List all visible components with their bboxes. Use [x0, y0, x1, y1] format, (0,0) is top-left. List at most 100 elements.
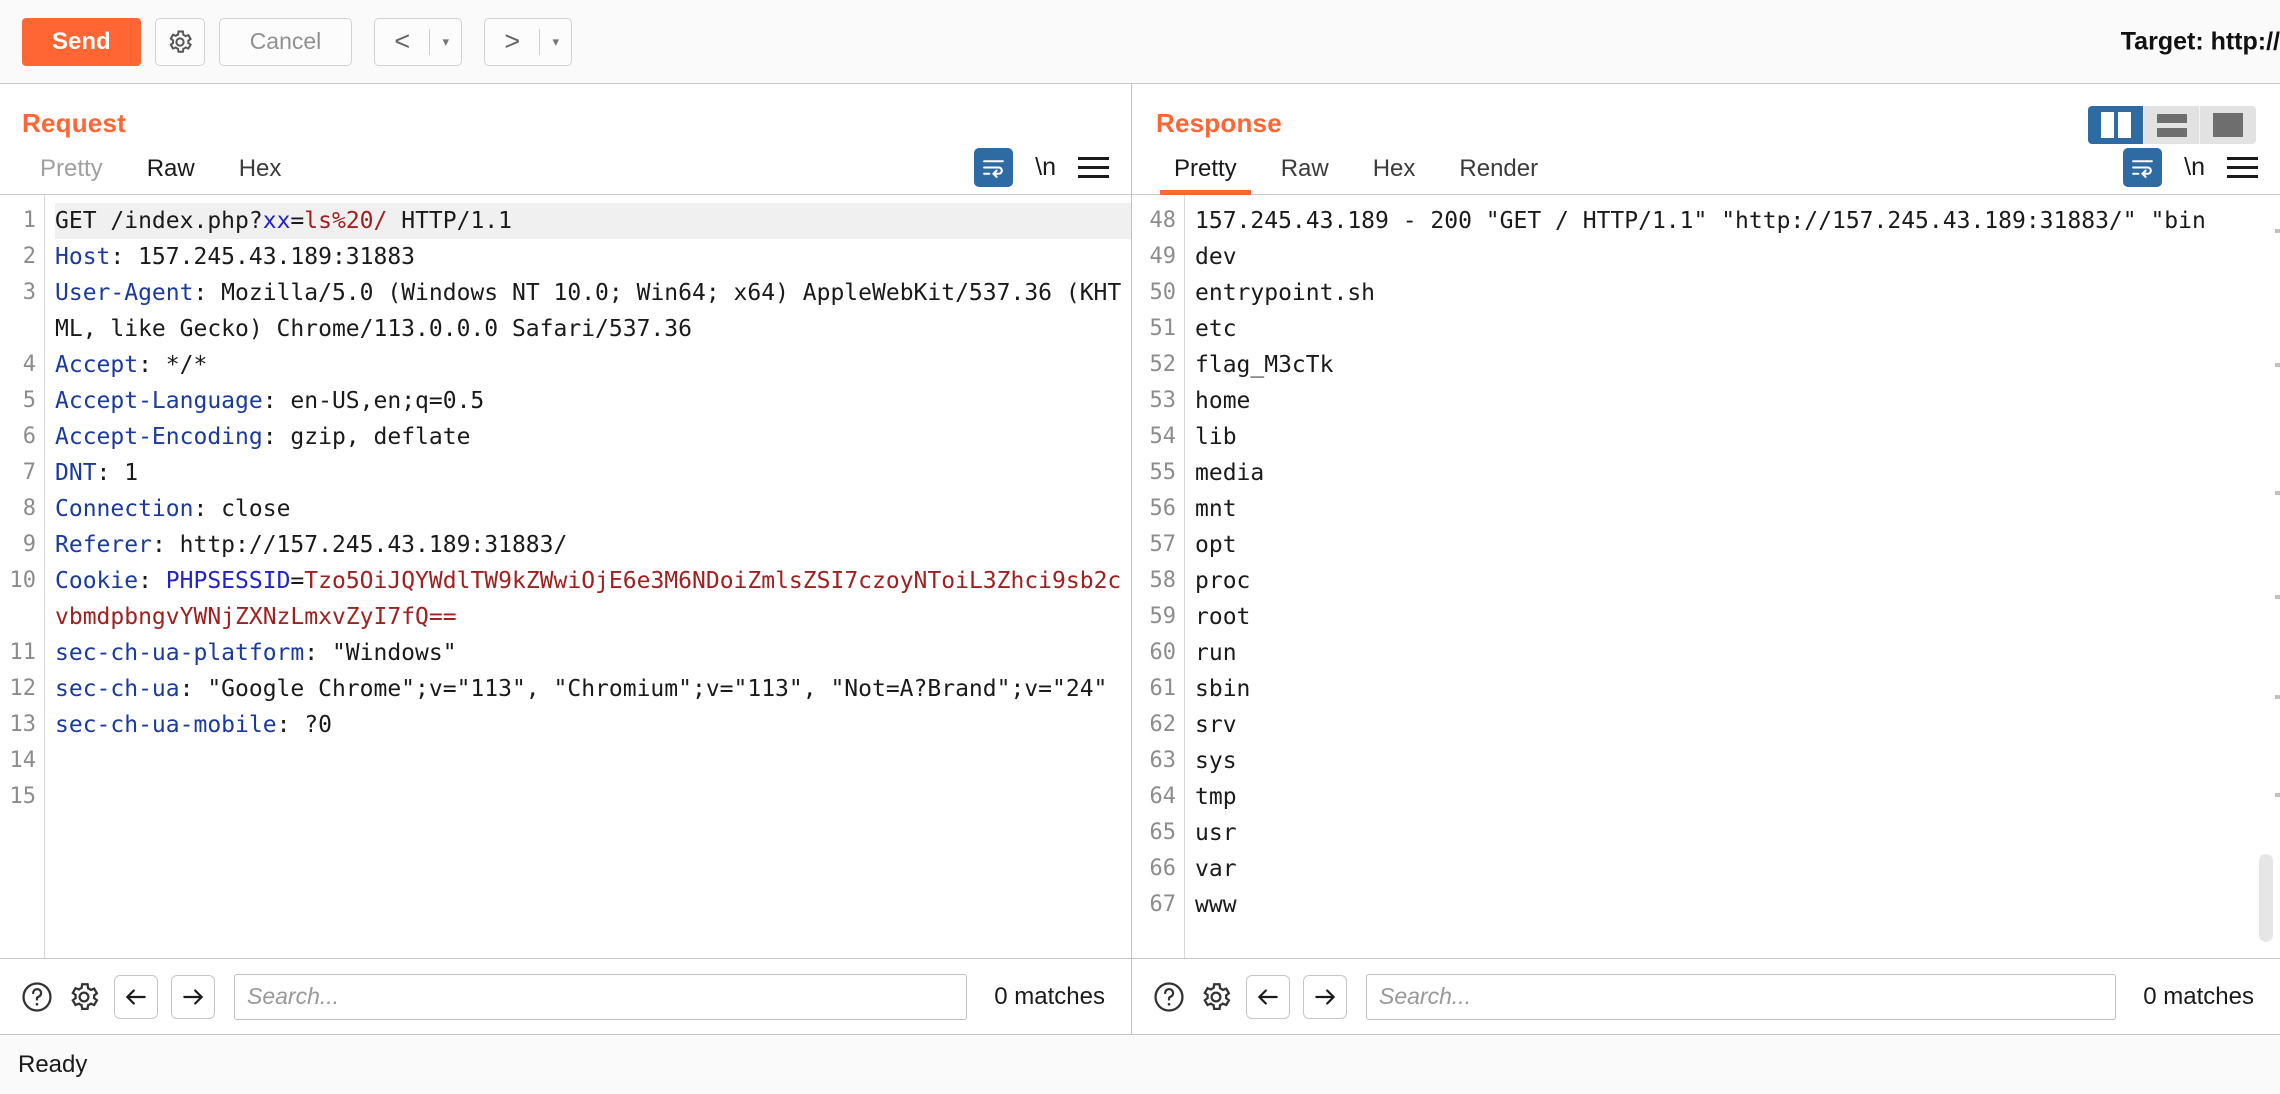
response-search-input[interactable] [1366, 973, 2117, 1020]
show-newlines-icon[interactable]: \n [2184, 153, 2205, 182]
code-token: DNT [55, 460, 97, 486]
response-editor[interactable]: 48 49 50 51 52 53 54 55 56 57 58 59 60 61 62 63 64 65 66 67… [1132, 195, 2280, 958]
side-by-side-icon [2100, 112, 2131, 138]
search-settings-gear-icon[interactable] [1199, 980, 1233, 1014]
response-line: var [1195, 856, 1237, 882]
send-button[interactable]: Send [22, 17, 141, 66]
tab-response-pretty[interactable]: Pretty [1152, 155, 1259, 195]
chevron-down-icon[interactable]: ▾ [430, 34, 461, 50]
search-next-button[interactable] [171, 974, 215, 1019]
response-line: etc [1195, 316, 1237, 342]
request-line [55, 779, 1131, 815]
line-number: 2 [22, 244, 36, 269]
line-number: 51 [1149, 316, 1177, 341]
chevron-down-icon[interactable]: ▾ [540, 34, 571, 50]
word-wrap-icon[interactable] [974, 148, 1014, 187]
tab-response-hex[interactable]: Hex [1351, 155, 1438, 194]
request-title: Request [22, 108, 126, 138]
search-settings-gear-icon[interactable] [67, 980, 101, 1014]
tab-response-raw[interactable]: Raw [1259, 155, 1351, 194]
line-number: 57 [1149, 532, 1177, 557]
line-number: 3 [22, 280, 36, 305]
request-line: sec-ch-ua-mobile: ?0 [55, 707, 1131, 743]
response-line: 157.245.43.189 - 200 "GET / HTTP/1.1" "h… [1195, 208, 2206, 234]
line-number: 63 [1149, 748, 1177, 773]
response-line: sys [1195, 748, 1237, 774]
response-line: mnt [1195, 496, 1237, 522]
request-line: sec-ch-ua: "Google Chrome";v="113", "Chr… [55, 671, 1131, 707]
line-number: 62 [1149, 712, 1177, 737]
cancel-button[interactable]: Cancel [218, 17, 353, 66]
response-line: tmp [1195, 784, 1237, 810]
line-number: 48 [1149, 208, 1177, 233]
single-pane-icon [2213, 113, 2243, 137]
line-number: 54 [1149, 424, 1177, 449]
response-line: dev [1195, 244, 1237, 270]
response-line: www [1195, 892, 1237, 918]
word-wrap-icon[interactable] [2123, 148, 2163, 187]
code-token: : Mozilla/5.0 (Windows NT 10.0; Win64; x… [55, 280, 1122, 342]
scrollbar-thumb[interactable] [2259, 854, 2273, 942]
stacked-icon [2156, 113, 2187, 137]
request-search-bar: 0 matches [0, 958, 1131, 1034]
editor-panes: Request Pretty Raw Hex \n 1 2 3 4 5 6 7 … [0, 84, 2280, 1034]
request-line: sec-ch-ua-platform: "Windows" [55, 635, 1131, 671]
request-line: User-Agent: Mozilla/5.0 (Windows NT 10.0… [55, 275, 1131, 347]
line-number: 50 [1149, 280, 1177, 305]
response-tabs: Pretty Raw Hex Render \n [1132, 139, 2280, 195]
request-line: GET /index.php?xx=ls%20/ HTTP/1.1 [55, 203, 1131, 239]
arrow-right-icon [1315, 988, 1335, 1005]
help-icon[interactable] [1152, 980, 1186, 1014]
response-line: flag_M3cTk [1195, 352, 1334, 378]
code-token: xx [262, 208, 291, 234]
word-wrap-glyph [983, 160, 1005, 178]
code-token: ls%20/ [304, 208, 388, 234]
request-line: Accept-Language: en-US,en;q=0.5 [55, 383, 1131, 419]
top-toolbar: Send Cancel < ▾ > ▾ Target: http:// [0, 0, 2280, 84]
code-token: Host [55, 244, 111, 270]
code-token: sec-ch-ua [55, 676, 180, 702]
request-body[interactable]: GET /index.php?xx=ls%20/ HTTP/1.1 Host: 1… [44, 195, 1131, 958]
code-token: : "Google Chrome";v="113", "Chromium";v=… [179, 676, 1108, 702]
request-search-input[interactable] [234, 973, 968, 1020]
show-newlines-icon[interactable]: \n [1035, 153, 1056, 182]
code-token: : 1 [96, 460, 139, 486]
code-token: : */* [138, 352, 208, 378]
tab-request-hex[interactable]: Hex [217, 155, 304, 194]
response-line: run [1195, 640, 1237, 666]
code-token: : "Windows" [304, 640, 457, 666]
chevron-left-icon: < [394, 26, 411, 56]
search-prev-button[interactable] [1246, 974, 1290, 1019]
scrollbar-track[interactable] [2258, 195, 2274, 958]
code-token: : [138, 568, 166, 594]
response-pane: Response Pretty Raw Hex Render \n 48 49 … [1132, 84, 2280, 1034]
send-settings-button[interactable] [154, 17, 205, 66]
line-number: 55 [1149, 460, 1177, 485]
tab-response-render[interactable]: Render [1437, 155, 1560, 194]
hamburger-menu-icon[interactable] [2227, 153, 2258, 182]
search-prev-button[interactable] [114, 974, 158, 1019]
line-number: 8 [22, 496, 36, 521]
code-token: : gzip, deflate [262, 424, 471, 450]
response-line: media [1195, 460, 1265, 486]
line-number: 66 [1149, 856, 1177, 881]
code-token: : close [193, 496, 291, 522]
help-icon[interactable] [20, 980, 54, 1014]
go-forward-button[interactable]: > ▾ [484, 17, 573, 66]
request-editor[interactable]: 1 2 3 4 5 6 7 8 9 10 11 12 13 14 15 GET /index.php?xx=… [0, 195, 1131, 958]
line-number: 10 [9, 568, 37, 593]
request-line: Connection: close [55, 491, 1131, 527]
arrow-right-icon [183, 988, 203, 1005]
search-next-button[interactable] [1303, 974, 1347, 1019]
response-line: home [1195, 388, 1251, 414]
code-token: : 157.245.43.189:31883 [110, 244, 416, 270]
response-body[interactable]: 157.245.43.189 - 200 "GET / HTTP/1.1" "h… [1184, 195, 2280, 958]
tab-request-raw[interactable]: Raw [125, 155, 217, 194]
go-back-button[interactable]: < ▾ [374, 17, 463, 66]
code-token: Referer [55, 532, 152, 558]
response-scrollbar[interactable] [2258, 195, 2274, 958]
status-bar: Ready [0, 1034, 2280, 1094]
tab-request-pretty[interactable]: Pretty [18, 155, 125, 194]
hamburger-menu-icon[interactable] [1078, 153, 1109, 182]
line-number: 7 [22, 460, 36, 485]
